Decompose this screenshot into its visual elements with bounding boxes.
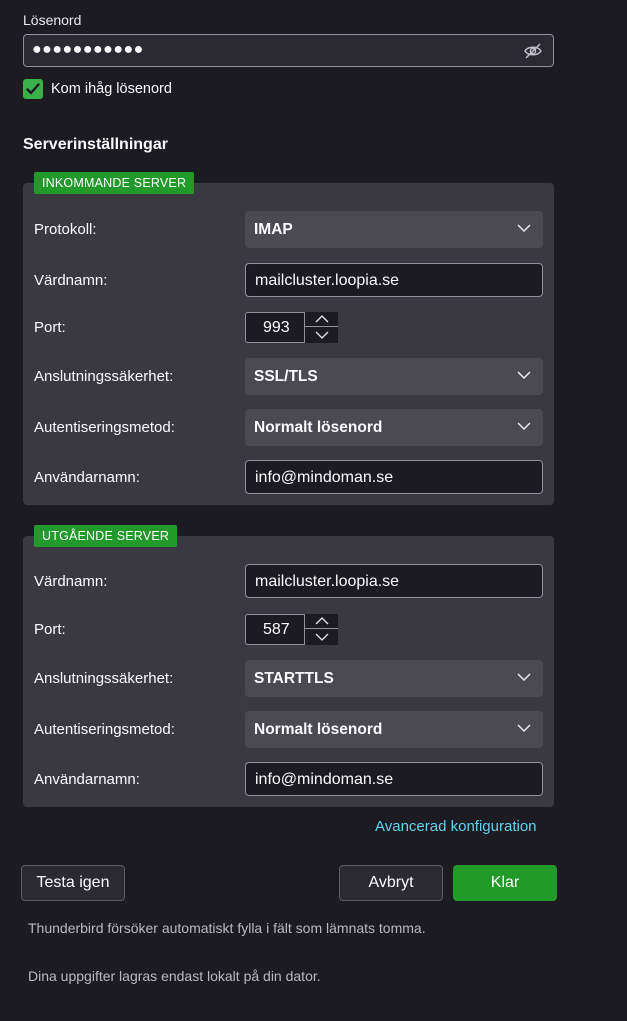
incoming-username-value: info@mindoman.se bbox=[255, 469, 394, 486]
incoming-hostname-input[interactable]: mailcluster.loopia.se bbox=[245, 263, 543, 297]
outgoing-username-label: Användarnamn: bbox=[34, 771, 140, 788]
account-setup-form: Lösenord ●●●●●●●●●●● Kom ihåg lösenord S… bbox=[0, 0, 627, 1021]
password-input[interactable]: ●●●●●●●●●●● bbox=[23, 34, 554, 67]
checkmark-icon bbox=[26, 83, 40, 95]
password-label: Lösenord bbox=[23, 12, 82, 28]
incoming-hostname-value: mailcluster.loopia.se bbox=[255, 272, 400, 289]
incoming-auth-value: Normalt lösenord bbox=[254, 419, 383, 436]
remember-password[interactable]: Kom ihåg lösenord bbox=[23, 79, 172, 99]
port-decrement-button[interactable] bbox=[305, 327, 338, 342]
outgoing-port-value: 587 bbox=[263, 621, 290, 638]
incoming-username-label: Användarnamn: bbox=[34, 469, 140, 486]
outgoing-hostname-label: Värdnamn: bbox=[34, 573, 108, 590]
port-increment-button[interactable] bbox=[305, 614, 338, 629]
incoming-port-value: 993 bbox=[263, 319, 290, 336]
outgoing-security-label: Anslutningssäkerhet: bbox=[34, 670, 174, 687]
outgoing-security-select[interactable]: STARTTLS bbox=[245, 660, 543, 697]
chevron-down-icon bbox=[517, 673, 531, 682]
incoming-port-label: Port: bbox=[34, 319, 66, 336]
chevron-down-icon bbox=[517, 422, 531, 431]
done-button[interactable]: Klar bbox=[453, 865, 557, 901]
chevron-down-icon bbox=[315, 633, 328, 641]
incoming-hostname-label: Värdnamn: bbox=[34, 272, 108, 289]
chevron-down-icon bbox=[517, 224, 531, 233]
incoming-server-badge: INKOMMANDE SERVER bbox=[34, 172, 195, 194]
incoming-port-stepper[interactable]: 993 bbox=[245, 312, 338, 343]
remember-password-checkbox[interactable] bbox=[23, 79, 43, 99]
incoming-protocol-select[interactable]: IMAP bbox=[245, 211, 543, 248]
privacy-note: Dina uppgifter lagras endast lokalt på d… bbox=[28, 968, 321, 984]
outgoing-port-stepper[interactable]: 587 bbox=[245, 614, 338, 645]
advanced-config-link[interactable]: Avancerad konfiguration bbox=[375, 818, 537, 835]
chevron-down-icon bbox=[315, 331, 328, 339]
incoming-protocol-label: Protokoll: bbox=[34, 221, 97, 238]
incoming-auth-select[interactable]: Normalt lösenord bbox=[245, 409, 543, 446]
port-increment-button[interactable] bbox=[305, 312, 338, 327]
outgoing-username-input[interactable]: info@mindoman.se bbox=[245, 762, 543, 796]
chevron-down-icon bbox=[517, 724, 531, 733]
outgoing-auth-select[interactable]: Normalt lösenord bbox=[245, 711, 543, 748]
outgoing-auth-value: Normalt lösenord bbox=[254, 721, 383, 738]
incoming-security-label: Anslutningssäkerhet: bbox=[34, 368, 174, 385]
outgoing-hostname-value: mailcluster.loopia.se bbox=[255, 573, 400, 590]
port-decrement-button[interactable] bbox=[305, 629, 338, 644]
incoming-security-value: SSL/TLS bbox=[254, 368, 318, 385]
eye-slash-icon[interactable] bbox=[523, 42, 543, 60]
outgoing-username-value: info@mindoman.se bbox=[255, 771, 394, 788]
incoming-auth-label: Autentiseringsmetod: bbox=[34, 419, 175, 436]
cancel-button[interactable]: Avbryt bbox=[339, 865, 443, 901]
chevron-up-icon bbox=[315, 617, 328, 625]
password-value: ●●●●●●●●●●● bbox=[32, 41, 144, 58]
autofill-note: Thunderbird försöker automatiskt fylla i… bbox=[28, 920, 426, 936]
chevron-down-icon bbox=[517, 371, 531, 380]
outgoing-server-badge: UTGÅENDE SERVER bbox=[34, 525, 178, 547]
outgoing-auth-label: Autentiseringsmetod: bbox=[34, 721, 175, 738]
incoming-security-select[interactable]: SSL/TLS bbox=[245, 358, 543, 395]
incoming-protocol-value: IMAP bbox=[254, 221, 293, 238]
remember-password-label: Kom ihåg lösenord bbox=[51, 81, 172, 97]
chevron-up-icon bbox=[315, 315, 328, 323]
retest-button[interactable]: Testa igen bbox=[21, 865, 125, 901]
outgoing-hostname-input[interactable]: mailcluster.loopia.se bbox=[245, 564, 543, 598]
server-settings-heading: Serverinställningar bbox=[23, 136, 168, 153]
outgoing-security-value: STARTTLS bbox=[254, 670, 334, 687]
outgoing-port-label: Port: bbox=[34, 621, 66, 638]
incoming-username-input[interactable]: info@mindoman.se bbox=[245, 460, 543, 494]
